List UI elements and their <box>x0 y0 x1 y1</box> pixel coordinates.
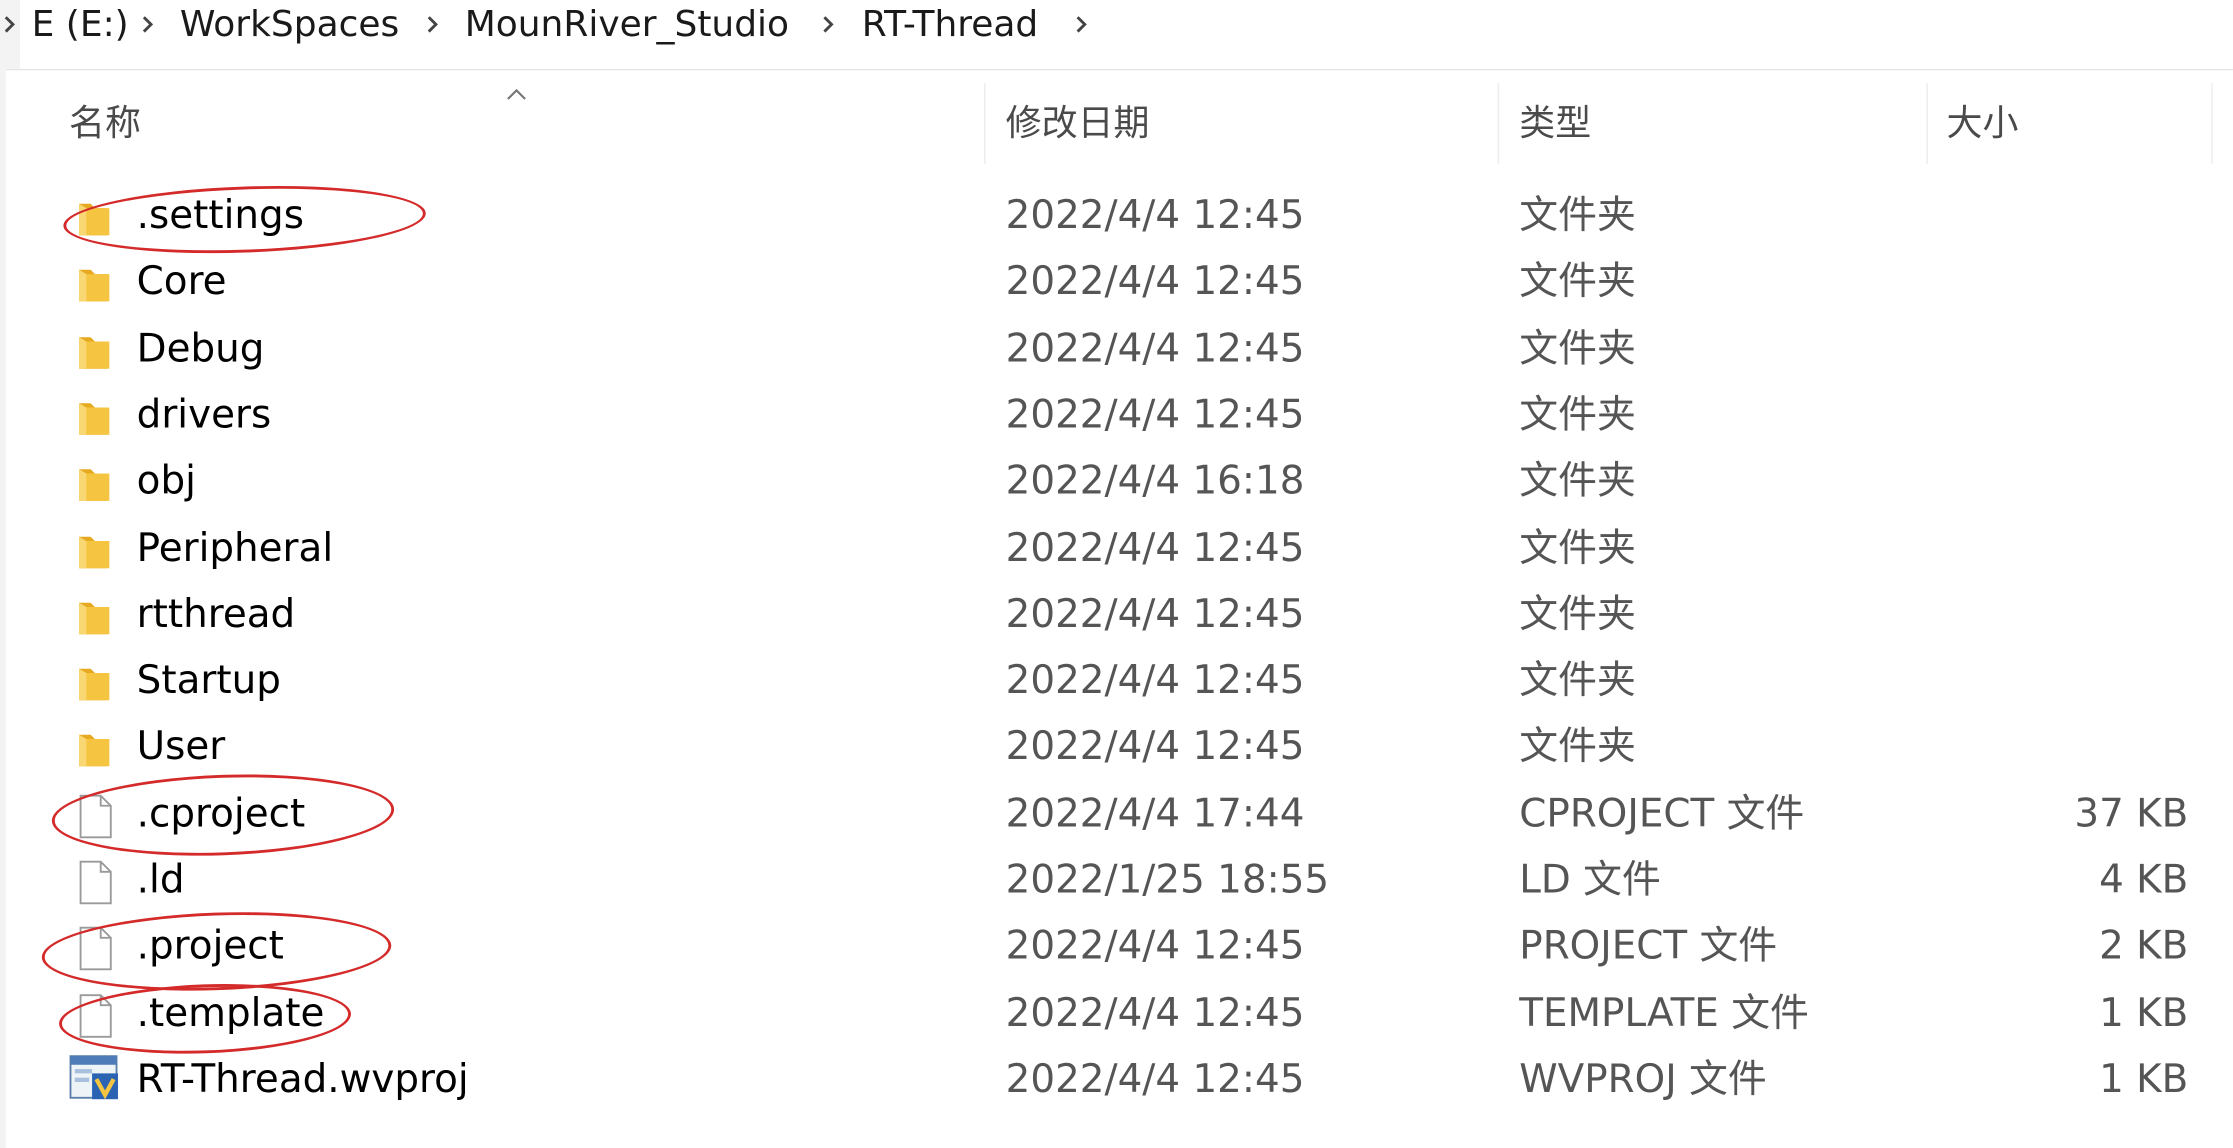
file-type: CPROJECT 文件 <box>1519 791 1805 837</box>
file-row[interactable]: .cproject 2022/4/4 17:44 CPROJECT 文件 37 … <box>0 782 2233 848</box>
file-row[interactable]: rtthread 2022/4/4 12:45 文件夹 <box>0 582 2233 648</box>
folder-icon <box>75 461 115 507</box>
file-type: 文件夹 <box>1519 658 1636 704</box>
file-type: 文件夹 <box>1519 459 1636 504</box>
file-size: 4 KB <box>2099 858 2189 903</box>
folder-icon <box>75 527 115 573</box>
file-row[interactable]: obj 2022/4/4 16:18 文件夹 <box>0 449 2233 515</box>
column-header-date[interactable]: 修改日期 <box>1006 100 1150 146</box>
file-type: 文件夹 <box>1519 260 1636 305</box>
column-header: 名称 修改日期 类型 大小 <box>0 83 2233 164</box>
file-row[interactable]: Debug 2022/4/4 12:45 文件夹 <box>0 317 2233 383</box>
file-row[interactable]: .project 2022/4/4 12:45 PROJECT 文件 2 KB <box>0 915 2233 981</box>
file-icon <box>75 793 115 839</box>
file-date: 2022/4/4 12:45 <box>1005 924 1305 970</box>
file-explorer-window: E (E:) WorkSpaces MounRiver_Studio RT-Th… <box>0 0 2233 1148</box>
column-divider[interactable] <box>984 83 986 164</box>
file-name: obj <box>136 459 196 504</box>
file-name: Core <box>136 260 227 305</box>
column-header-type[interactable]: 类型 <box>1519 100 1591 146</box>
file-name: rtthread <box>136 592 296 637</box>
file-date: 2022/4/4 12:45 <box>1005 725 1305 770</box>
column-divider[interactable] <box>2211 83 2213 164</box>
file-name: User <box>136 725 226 770</box>
file-date: 2022/4/4 12:45 <box>1005 1057 1305 1102</box>
folder-icon <box>75 195 115 241</box>
file-row[interactable]: User 2022/4/4 12:45 文件夹 <box>0 715 2233 781</box>
file-row[interactable]: drivers 2022/4/4 12:45 文件夹 <box>0 383 2233 449</box>
folder-icon <box>75 394 115 440</box>
folder-icon <box>75 594 115 640</box>
file-size: 2 KB <box>2099 924 2189 970</box>
chevron-right-icon[interactable] <box>0 14 20 34</box>
file-date: 2022/4/4 12:45 <box>1005 393 1305 438</box>
column-header-size[interactable]: 大小 <box>1947 100 2019 146</box>
file-type: WVPROJ 文件 <box>1519 1057 1767 1102</box>
file-date: 2022/4/4 12:45 <box>1005 260 1305 305</box>
file-date: 2022/4/4 12:45 <box>1005 592 1305 637</box>
file-type: 文件夹 <box>1519 393 1636 438</box>
folder-icon <box>75 660 115 706</box>
file-row[interactable]: Startup 2022/4/4 12:45 文件夹 <box>0 649 2233 715</box>
column-header-name[interactable]: 名称 <box>69 100 141 146</box>
file-date: 2022/4/4 16:18 <box>1005 459 1305 504</box>
folder-icon <box>75 727 115 773</box>
file-date: 2022/4/4 12:45 <box>1005 658 1305 704</box>
file-type: TEMPLATE 文件 <box>1519 991 1809 1036</box>
file-type: PROJECT 文件 <box>1519 924 1778 970</box>
file-size: 37 KB <box>2074 791 2189 837</box>
wvproj-file-icon <box>69 1053 121 1102</box>
breadcrumb-item-workspaces[interactable]: WorkSpaces <box>180 0 399 49</box>
file-name: .settings <box>136 193 304 239</box>
file-icon <box>75 992 115 1038</box>
file-date: 2022/4/4 12:45 <box>1005 525 1305 571</box>
file-type: 文件夹 <box>1519 592 1636 637</box>
file-name: .project <box>136 924 284 970</box>
file-date: 2022/4/4 12:45 <box>1005 326 1305 372</box>
file-row[interactable]: Peripheral 2022/4/4 12:45 文件夹 <box>0 516 2233 582</box>
chevron-right-icon[interactable] <box>1072 14 1092 34</box>
file-icon <box>75 860 115 906</box>
folder-icon <box>75 262 115 308</box>
file-row[interactable]: .ld 2022/1/25 18:55 LD 文件 4 KB <box>0 848 2233 914</box>
file-type: LD 文件 <box>1519 858 1661 903</box>
file-type: 文件夹 <box>1519 525 1636 571</box>
file-icon <box>75 926 115 972</box>
chevron-right-icon[interactable] <box>423 14 443 34</box>
file-name: .cproject <box>136 791 306 837</box>
breadcrumb-item-mounriver-studio[interactable]: MounRiver_Studio <box>465 0 789 49</box>
chevron-right-icon[interactable] <box>819 14 839 34</box>
file-date: 2022/4/4 12:45 <box>1005 991 1305 1036</box>
file-name: Debug <box>136 326 265 372</box>
file-name: Startup <box>136 658 281 704</box>
file-name: .ld <box>136 858 185 903</box>
chevron-right-icon[interactable] <box>138 14 158 34</box>
file-name: drivers <box>136 393 272 438</box>
file-row[interactable]: RT-Thread.wvproj 2022/4/4 12:45 WVPROJ 文… <box>0 1047 2233 1113</box>
breadcrumb-item-drive[interactable]: E (E:) <box>32 0 129 49</box>
folder-icon <box>75 328 115 374</box>
file-type: 文件夹 <box>1519 193 1636 239</box>
column-divider[interactable] <box>1497 83 1500 164</box>
column-divider[interactable] <box>1926 83 1928 164</box>
file-row[interactable]: .template 2022/4/4 12:45 TEMPLATE 文件 1 K… <box>0 981 2233 1047</box>
file-type: 文件夹 <box>1519 725 1636 770</box>
file-type: 文件夹 <box>1519 326 1636 372</box>
file-name: Peripheral <box>136 525 334 571</box>
file-date: 2022/4/4 17:44 <box>1005 791 1305 837</box>
file-date: 2022/4/4 12:45 <box>1005 193 1305 239</box>
breadcrumb-item-rt-thread[interactable]: RT-Thread <box>862 0 1038 49</box>
file-size: 1 KB <box>2099 991 2189 1036</box>
file-row[interactable]: Core 2022/4/4 12:45 文件夹 <box>0 250 2233 316</box>
file-name: RT-Thread.wvproj <box>136 1057 469 1102</box>
file-row[interactable]: .settings 2022/4/4 12:45 文件夹 <box>0 184 2233 250</box>
file-size: 1 KB <box>2099 1057 2189 1102</box>
file-date: 2022/1/25 18:55 <box>1005 858 1330 903</box>
file-name: .template <box>136 991 325 1036</box>
address-bar[interactable]: E (E:) WorkSpaces MounRiver_Studio RT-Th… <box>0 0 2233 71</box>
